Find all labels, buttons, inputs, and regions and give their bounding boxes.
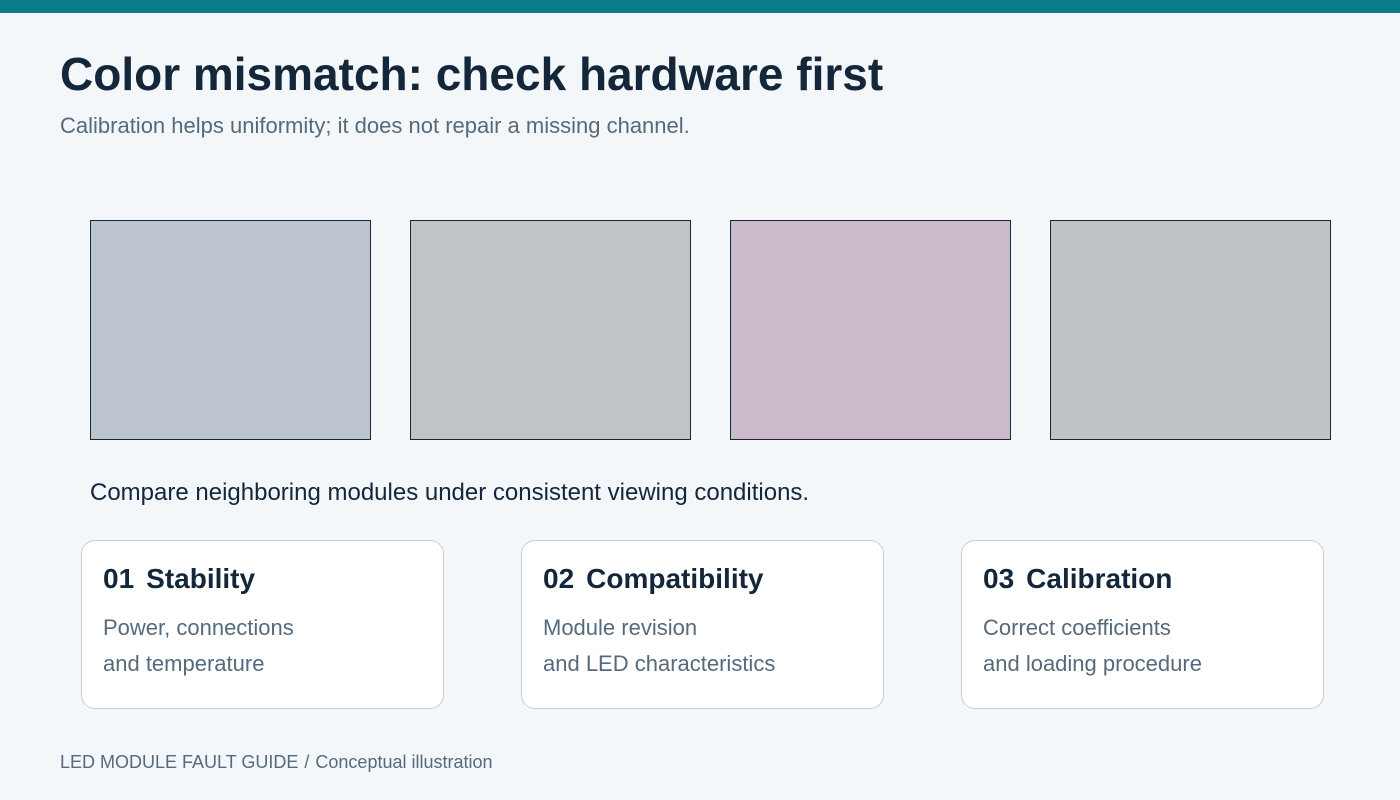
card-heading: Calibration [1026, 563, 1173, 594]
card-description-line-1: Power, connections [103, 615, 294, 640]
card-title: 01 Stability [103, 563, 255, 595]
page-subtitle: Calibration helps uniformity; it does no… [60, 113, 690, 138]
card-number: 03 [983, 563, 1015, 594]
card-calibration: 03 Calibration Correct coefficients and l… [961, 540, 1324, 709]
card-number: 01 [103, 563, 135, 594]
card-description-line-2: and LED characteristics [543, 651, 776, 676]
top-accent-bar [0, 0, 1400, 13]
footer-guide-name: LED MODULE FAULT GUIDE [60, 752, 299, 772]
footer-note: Conceptual illustration [315, 752, 493, 772]
card-number: 02 [543, 563, 575, 594]
comparison-caption: Compare neighboring modules under consis… [90, 479, 810, 506]
card-title: 02 Compatibility [543, 563, 764, 595]
module-swatch-4 [1050, 220, 1331, 440]
module-swatch-1 [90, 220, 371, 440]
page-title: Color mismatch: check hardware first [60, 48, 884, 100]
card-description-line-2: and loading procedure [983, 651, 1202, 676]
module-swatch-2 [410, 220, 691, 440]
card-stability: 01 Stability Power, connections and tempe… [81, 540, 444, 709]
footer-separator: / [304, 752, 310, 772]
card-title: 03 Calibration [983, 563, 1172, 595]
card-heading: Stability [146, 563, 256, 594]
card-heading: Compatibility [586, 563, 764, 594]
module-swatch-3-mismatch [730, 220, 1011, 440]
module-swatch-row [90, 220, 1331, 440]
card-compatibility: 02 Compatibility Module revision and LED … [521, 540, 884, 709]
card-description-line-1: Correct coefficients [983, 615, 1171, 640]
card-description-line-2: and temperature [103, 651, 265, 676]
card-description-line-1: Module revision [543, 615, 698, 640]
footer: LED MODULE FAULT GUIDE / Conceptual illust… [60, 751, 493, 773]
